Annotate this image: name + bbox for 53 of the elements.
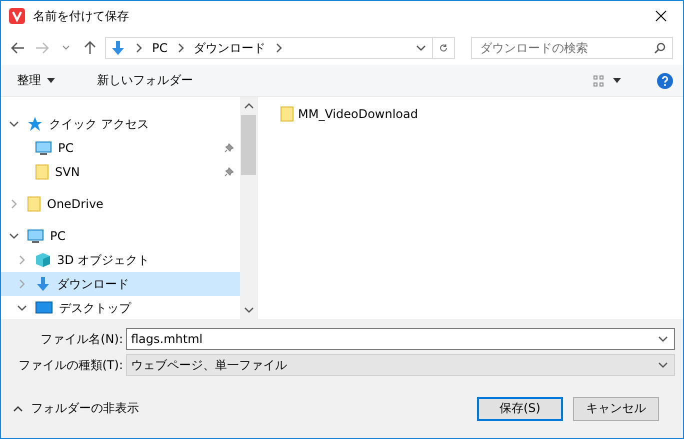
- folder-icon: [280, 106, 294, 122]
- window-title: 名前を付けて保存: [33, 8, 130, 24]
- chevron-right-icon: [176, 43, 186, 53]
- help-icon[interactable]: [657, 72, 673, 88]
- dialog-button[interactable]: 保存(S): [477, 396, 563, 420]
- chevron-down-icon: [244, 305, 254, 315]
- scrollbar-thumb[interactable]: [241, 115, 256, 175]
- caret-down-icon: [47, 78, 55, 83]
- search-icon: [654, 42, 666, 54]
- tree-item[interactable]: OneDrive: [1, 192, 240, 216]
- tree-item[interactable]: PC: [1, 224, 240, 248]
- app-logo-icon: [9, 8, 25, 24]
- monitor-icon: [35, 301, 53, 315]
- chevron-right-icon: [134, 43, 144, 53]
- folder-icon: [27, 196, 41, 212]
- chevron-down-icon: [62, 45, 70, 51]
- tree-item[interactable]: デスクトップ: [1, 296, 240, 320]
- close-icon: [655, 10, 667, 22]
- monitor-icon: [27, 228, 44, 244]
- file-type-dropdown[interactable]: ウェブページ、単一ファイル: [126, 354, 675, 376]
- chevron-down-icon: [658, 334, 668, 344]
- chevron-right-icon: [274, 43, 284, 53]
- refresh-button[interactable]: [433, 37, 455, 59]
- chevron-up-icon: [244, 101, 254, 111]
- breadcrumb[interactable]: PC: [152, 41, 168, 55]
- cube-icon: [35, 252, 51, 268]
- organize-menu-button[interactable]: 整理: [11, 68, 61, 93]
- scrollbar[interactable]: [240, 97, 257, 319]
- new-folder-button[interactable]: 新しいフォルダー: [91, 68, 199, 93]
- dialog-button[interactable]: キャンセル: [573, 396, 659, 420]
- breadcrumb[interactable]: ダウンロード: [194, 40, 266, 56]
- file-type-label: ファイルの種類(T):: [17, 356, 124, 374]
- file-name-field[interactable]: flags.mhtml: [126, 328, 675, 350]
- refresh-icon: [439, 42, 448, 54]
- folder-icon: [35, 164, 49, 180]
- chevron-down-icon: [658, 360, 668, 370]
- tree-item[interactable]: クイック アクセス: [1, 112, 240, 136]
- file-item[interactable]: MM_VideoDownload: [280, 105, 661, 123]
- chevron-down-icon: [416, 43, 426, 53]
- down-arrow-icon: [35, 276, 51, 292]
- tree-item[interactable]: SVN: [1, 160, 240, 184]
- tree-item[interactable]: ダウンロード: [1, 272, 240, 296]
- tree-item[interactable]: 3D オブジェクト: [1, 248, 240, 272]
- chevron-up-icon: [13, 404, 23, 414]
- tree-item[interactable]: PC: [1, 136, 240, 160]
- search-field[interactable]: ダウンロードの検索: [471, 37, 673, 59]
- star-icon: [27, 116, 43, 132]
- hide-folders-button[interactable]: フォルダーの非表示: [13, 400, 139, 417]
- monitor-icon: [35, 140, 52, 156]
- file-name-label: ファイル名(N):: [40, 330, 124, 348]
- caret-down-icon: [613, 78, 621, 83]
- down-arrow-icon: [110, 40, 126, 56]
- address-bar[interactable]: PC ダウンロード: [105, 37, 433, 59]
